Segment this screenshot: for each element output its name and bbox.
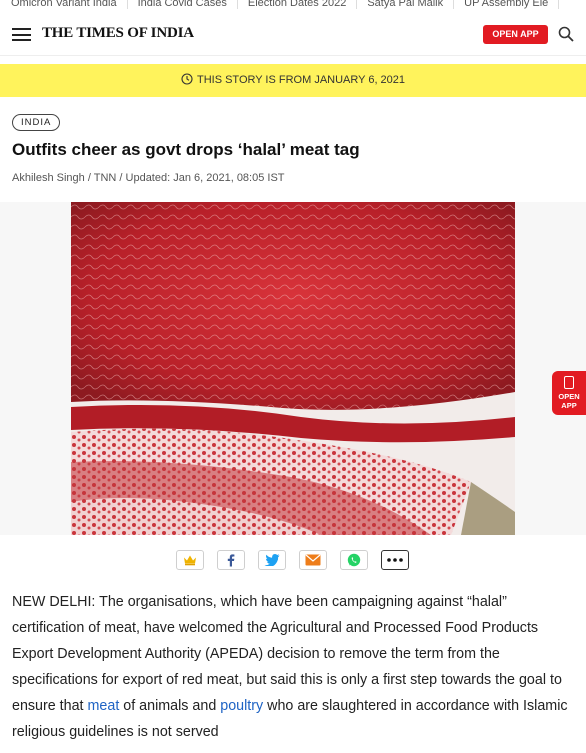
twitter-share-button[interactable]	[258, 550, 286, 570]
phone-icon	[564, 376, 574, 389]
open-app-button[interactable]: OPEN APP	[483, 25, 548, 44]
article-photo	[71, 202, 515, 535]
article-body: NEW DELHI: The organisations, which have…	[12, 594, 568, 740]
crown-icon	[184, 555, 196, 566]
archive-notice: THIS STORY IS FROM JANUARY 6, 2021	[0, 64, 586, 97]
site-logo[interactable]: THE TIMES OF INDIA	[42, 25, 194, 42]
site-header: THE TIMES OF INDIA OPEN APP	[0, 15, 586, 56]
more-dots-icon	[387, 558, 403, 562]
article-headline: Outfits cheer as govt drops ‘halal’ meat…	[12, 140, 360, 159]
mail-icon	[305, 554, 321, 566]
trending-link[interactable]: Election Dates 2022	[238, 0, 358, 9]
section-badge[interactable]: INDIA	[12, 114, 61, 131]
search-icon[interactable]	[558, 26, 574, 42]
facebook-icon	[227, 554, 235, 567]
trending-link[interactable]: Omicron Variant India	[0, 0, 128, 9]
email-share-button[interactable]	[299, 550, 327, 570]
trending-link[interactable]: India Covid Cases	[128, 0, 238, 9]
notice-text: THIS STORY IS FROM JANUARY 6, 2021	[196, 74, 406, 86]
trending-link[interactable]: UP Assembly Ele	[454, 0, 560, 9]
poultry-link[interactable]: poultry	[220, 698, 263, 714]
more-options-button[interactable]	[381, 550, 409, 570]
trending-link[interactable]: Satya Pal Malik	[357, 0, 455, 9]
whatsapp-icon	[347, 553, 361, 567]
article-byline: Akhilesh Singh / TNN / Updated: Jan 6, 2…	[12, 172, 285, 184]
whatsapp-share-button[interactable]	[340, 550, 368, 570]
crown-share-button[interactable]	[176, 550, 204, 570]
trending-bar: Omicron Variant India India Covid Cases El…	[0, 0, 586, 9]
floating-open-app-button[interactable]: OPEN APP	[552, 371, 586, 415]
history-clock-icon	[181, 73, 193, 85]
menu-icon[interactable]	[12, 28, 31, 41]
facebook-share-button[interactable]	[217, 550, 245, 570]
article-image-container	[0, 202, 586, 535]
twitter-icon	[264, 554, 280, 566]
meat-link[interactable]: meat	[88, 698, 120, 714]
